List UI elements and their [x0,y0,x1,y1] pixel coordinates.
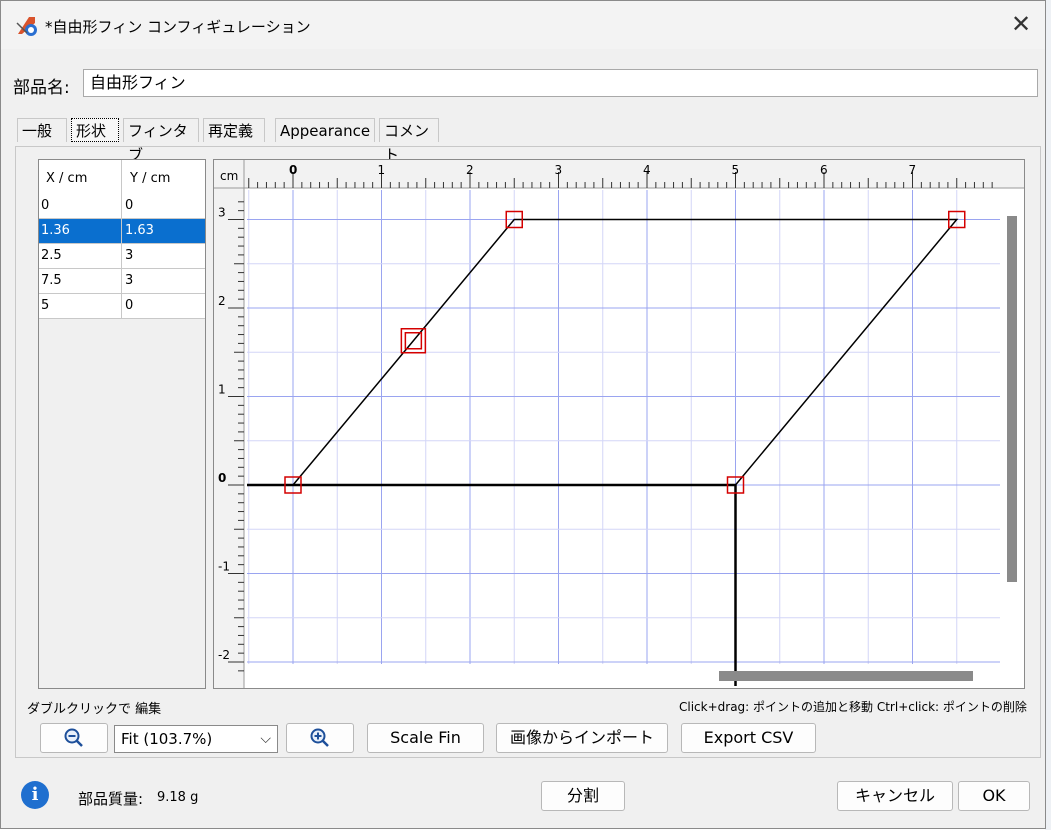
cell-x[interactable]: 2.5 [39,244,122,268]
title-bar: *自由形フィン コンフィギュレーション ✕ [1,1,1045,49]
edit-hint: ダブルクリックで 編集 [27,702,162,717]
import-image-button[interactable]: 画像からインポート [496,723,668,753]
vertical-scrollbar[interactable] [1007,216,1017,582]
drag-hint: Click+drag: ポイントの追加と移動 Ctrl+click: ポイントの… [679,700,1027,714]
column-header-y[interactable]: Y / cm [123,160,205,194]
part-mass-label: 部品質量: [78,790,144,808]
tab-override[interactable]: 再定義 [203,118,265,142]
y-tick-label: -1 [218,560,230,574]
fin-shape-canvas[interactable]: cm 0 1 2 3 4 5 6 7 3 2 1 0 -1 -2 [213,159,1025,689]
x-tick-label: 6 [820,163,828,177]
zoom-out-button[interactable] [40,723,108,753]
fin-shape-plot[interactable]: cm 0 1 2 3 4 5 6 7 3 2 1 0 -1 -2 [214,160,1024,688]
window-title: *自由形フィン コンフィギュレーション [45,18,311,36]
y-tick-label: 3 [218,206,226,220]
cell-y[interactable]: 1.63 [123,219,205,243]
cell-x[interactable]: 0 [39,194,122,218]
tab-general[interactable]: 一般 [17,118,67,142]
cell-y[interactable]: 0 [123,194,205,218]
zoom-in-button[interactable] [286,723,354,753]
unit-label: cm [220,169,238,183]
table-row[interactable]: 1.36 1.63 [39,219,205,244]
x-tick-label: 3 [555,163,563,177]
zoom-in-icon [310,728,329,747]
cell-x[interactable]: 1.36 [39,219,122,243]
top-ruler [214,160,1024,188]
tab-fin-tabs[interactable]: フィンタブ [123,118,199,164]
cell-x[interactable]: 7.5 [39,269,122,293]
info-icon: i [21,781,49,809]
cancel-button[interactable]: キャンセル [837,781,953,811]
tab-shape[interactable]: 形状 [71,118,119,142]
x-tick-label: 0 [289,163,297,177]
column-header-x[interactable]: X / cm [39,160,122,194]
tab-comment[interactable]: コメント [379,118,439,164]
ok-button[interactable]: OK [958,781,1030,811]
x-tick-label: 4 [643,163,651,177]
close-icon[interactable]: ✕ [1009,12,1033,37]
part-name-label: 部品名: [13,78,70,98]
y-tick-label: 1 [218,383,226,397]
export-csv-button[interactable]: Export CSV [681,723,816,753]
zoom-out-icon [64,728,83,747]
split-button[interactable]: 分割 [541,781,625,811]
scale-fin-button[interactable]: Scale Fin [367,723,484,753]
table-row[interactable]: 2.5 3 [39,244,205,269]
tab-appearance[interactable]: Appearance [275,118,375,142]
horizontal-scrollbar[interactable] [719,671,973,681]
part-name-input[interactable] [83,69,1038,97]
cell-y[interactable]: 3 [123,244,205,268]
x-tick-label: 1 [378,163,386,177]
table-row[interactable]: 50 [39,294,205,319]
table-header: X / cm Y / cm [39,160,205,195]
fin-config-dialog: *自由形フィン コンフィギュレーション ✕ 部品名: 一般 形状 フィンタブ 再… [0,0,1046,829]
table-row[interactable]: 7.5 3 [39,269,205,294]
y-tick-label: 0 [218,471,226,485]
x-tick-label: 2 [466,163,474,177]
cell-y[interactable]: 0 [123,294,205,318]
y-tick-label: 2 [218,294,226,308]
part-mass-value: 9.18 g [157,790,199,805]
cell-x[interactable]: 5 [39,294,122,318]
x-tick-label: 7 [909,163,917,177]
zoom-select[interactable]: Fit (103.7%) ⌵ [114,725,278,753]
zoom-value: Fit (103.7%) [121,730,213,748]
x-tick-label: 5 [732,163,740,177]
cell-y[interactable]: 3 [123,269,205,293]
table-row[interactable]: 00 [39,194,205,219]
y-tick-label: -2 [218,648,230,662]
rocket-app-icon [16,17,37,36]
points-table[interactable]: X / cm Y / cm 0 0 1.36 1.63 2.5 3 7.5 3 5 0 [38,159,206,689]
chevron-down-icon: ⌵ [260,731,271,747]
